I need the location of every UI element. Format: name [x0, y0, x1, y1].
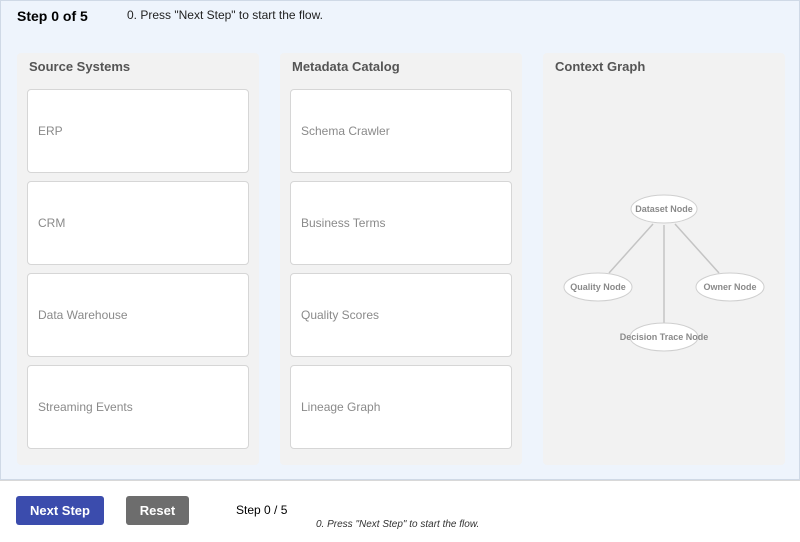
control-bar: Next Step Reset Step 0 / 5 0. Press "Nex…: [0, 480, 800, 542]
catalog-card-schema-crawler: Schema Crawler: [290, 89, 512, 173]
owner-node-label: Owner Node: [703, 282, 756, 292]
dataset-node-label: Dataset Node: [635, 204, 693, 214]
edge-dataset-quality: [608, 223, 654, 274]
source-card-crm: CRM: [27, 181, 249, 265]
panel-metadata-catalog: Metadata Catalog Schema Crawler Business…: [280, 53, 522, 465]
stage-area: Step 0 of 5 0. Press "Next Step" to star…: [0, 0, 800, 480]
source-card-data-warehouse: Data Warehouse: [27, 273, 249, 357]
step-counter: Step 0 / 5: [236, 503, 288, 517]
reset-button[interactable]: Reset: [126, 496, 189, 525]
decision-trace-node-label: Decision Trace Node: [620, 332, 709, 342]
context-graph: Dataset Node Quality Node Owner Node Dec…: [563, 194, 765, 352]
panel-title-metadata-catalog: Metadata Catalog: [292, 59, 400, 74]
edge-dataset-owner: [674, 223, 720, 274]
panel-source-systems: Source Systems ERP CRM Data Warehouse St…: [17, 53, 259, 465]
source-card-erp: ERP: [27, 89, 249, 173]
panel-title-source-systems: Source Systems: [29, 59, 131, 74]
catalog-card-quality-scores: Quality Scores: [290, 273, 512, 357]
step-title: Step 0 of 5: [17, 8, 88, 24]
panel-context-graph: Context Graph Dataset Node Quality Node …: [543, 53, 785, 465]
source-card-streaming-events: Streaming Events: [27, 365, 249, 449]
catalog-card-business-terms: Business Terms: [290, 181, 512, 265]
step-hint: 0. Press "Next Step" to start the flow.: [316, 519, 480, 530]
step-description: 0. Press "Next Step" to start the flow.: [127, 8, 323, 22]
quality-node-label: Quality Node: [570, 282, 626, 292]
catalog-card-lineage-graph: Lineage Graph: [290, 365, 512, 449]
next-step-button[interactable]: Next Step: [16, 496, 104, 525]
